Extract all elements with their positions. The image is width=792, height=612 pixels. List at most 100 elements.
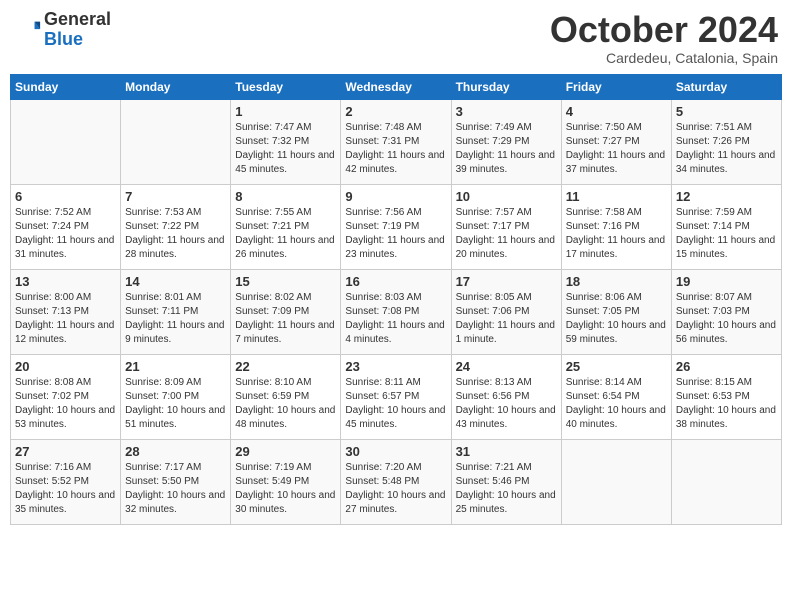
- day-info: Sunrise: 8:11 AM Sunset: 6:57 PM Dayligh…: [345, 376, 446, 432]
- calendar-cell: [121, 99, 231, 184]
- calendar-cell: 3Sunrise: 7:49 AM Sunset: 7:29 PM Daylig…: [451, 99, 561, 184]
- day-info: Sunrise: 7:48 AM Sunset: 7:31 PM Dayligh…: [345, 121, 446, 177]
- logo-general: General: [44, 10, 111, 30]
- day-info: Sunrise: 8:08 AM Sunset: 7:02 PM Dayligh…: [15, 376, 116, 432]
- day-info: Sunrise: 8:14 AM Sunset: 6:54 PM Dayligh…: [566, 376, 667, 432]
- weekday-header-friday: Friday: [561, 74, 671, 99]
- calendar-cell: 30Sunrise: 7:20 AM Sunset: 5:48 PM Dayli…: [341, 439, 451, 524]
- day-info: Sunrise: 7:52 AM Sunset: 7:24 PM Dayligh…: [15, 206, 116, 262]
- day-number: 18: [566, 274, 667, 289]
- day-info: Sunrise: 8:13 AM Sunset: 6:56 PM Dayligh…: [456, 376, 557, 432]
- calendar-cell: 28 Sunrise: 7:17 AM Sunset: 5:50 PM Dayli…: [121, 439, 231, 524]
- calendar-cell: 11 Sunrise: 7:58 AM Sunset: 7:16 PM Dayli…: [561, 184, 671, 269]
- calendar-week-4: 20 Sunrise: 8:08 AM Sunset: 7:02 PM Dayli…: [11, 354, 782, 439]
- day-number: 31: [456, 444, 557, 459]
- day-info: Sunrise: 7:55 AM Sunset: 7:21 PM Dayligh…: [235, 206, 336, 262]
- day-number: 26: [676, 359, 777, 374]
- day-info: Sunrise: 8:00 AM Sunset: 7:13 PM Dayligh…: [15, 291, 116, 347]
- day-number: 16: [345, 274, 446, 289]
- calendar-cell: 21 Sunrise: 8:09 AM Sunset: 7:00 PM Dayli…: [121, 354, 231, 439]
- calendar-cell: 22Sunrise: 8:10 AM Sunset: 6:59 PM Dayli…: [231, 354, 341, 439]
- weekday-header-tuesday: Tuesday: [231, 74, 341, 99]
- calendar-cell: 20 Sunrise: 8:08 AM Sunset: 7:02 PM Dayli…: [11, 354, 121, 439]
- calendar-week-5: 27 Sunrise: 7:16 AM Sunset: 5:52 PM Dayli…: [11, 439, 782, 524]
- day-info: Sunrise: 8:06 AM Sunset: 7:05 PM Dayligh…: [566, 291, 667, 347]
- day-number: 13: [15, 274, 116, 289]
- calendar-cell: 18 Sunrise: 8:06 AM Sunset: 7:05 PM Dayli…: [561, 269, 671, 354]
- day-number: 1: [235, 104, 336, 119]
- logo-blue: Blue: [44, 30, 111, 50]
- logo-text: General Blue: [44, 10, 111, 50]
- day-number: 27: [15, 444, 116, 459]
- day-number: 14: [125, 274, 226, 289]
- day-number: 23: [345, 359, 446, 374]
- calendar-cell: [561, 439, 671, 524]
- day-number: 20: [15, 359, 116, 374]
- calendar-cell: 15Sunrise: 8:02 AM Sunset: 7:09 PM Dayli…: [231, 269, 341, 354]
- calendar-cell: [671, 439, 781, 524]
- weekday-header-sunday: Sunday: [11, 74, 121, 99]
- calendar-cell: 13 Sunrise: 8:00 AM Sunset: 7:13 PM Dayli…: [11, 269, 121, 354]
- calendar-week-3: 13 Sunrise: 8:00 AM Sunset: 7:13 PM Dayli…: [11, 269, 782, 354]
- day-number: 4: [566, 104, 667, 119]
- day-number: 3: [456, 104, 557, 119]
- calendar-header: SundayMondayTuesdayWednesdayThursdayFrid…: [11, 74, 782, 99]
- logo: General Blue: [14, 10, 111, 50]
- day-number: 21: [125, 359, 226, 374]
- calendar-week-1: 1 Sunrise: 7:47 AM Sunset: 7:32 PM Daylig…: [11, 99, 782, 184]
- calendar-cell: 6Sunrise: 7:52 AM Sunset: 7:24 PM Daylig…: [11, 184, 121, 269]
- weekday-header-monday: Monday: [121, 74, 231, 99]
- calendar-cell: 19Sunrise: 8:07 AM Sunset: 7:03 PM Dayli…: [671, 269, 781, 354]
- day-info: Sunrise: 7:19 AM Sunset: 5:49 PM Dayligh…: [235, 461, 336, 517]
- day-info: Sunrise: 7:16 AM Sunset: 5:52 PM Dayligh…: [15, 461, 116, 517]
- day-number: 19: [676, 274, 777, 289]
- title-section: October 2024 Cardedeu, Catalonia, Spain: [550, 10, 778, 66]
- calendar-cell: 29 Sunrise: 7:19 AM Sunset: 5:49 PM Dayli…: [231, 439, 341, 524]
- day-number: 28: [125, 444, 226, 459]
- day-number: 7: [125, 189, 226, 204]
- calendar-table: SundayMondayTuesdayWednesdayThursdayFrid…: [10, 74, 782, 525]
- day-number: 30: [345, 444, 446, 459]
- day-number: 9: [345, 189, 446, 204]
- day-info: Sunrise: 7:57 AM Sunset: 7:17 PM Dayligh…: [456, 206, 557, 262]
- weekday-header-wednesday: Wednesday: [341, 74, 451, 99]
- day-info: Sunrise: 7:53 AM Sunset: 7:22 PM Dayligh…: [125, 206, 226, 262]
- day-info: Sunrise: 8:05 AM Sunset: 7:06 PM Dayligh…: [456, 291, 557, 347]
- month-title: October 2024: [550, 10, 778, 50]
- day-info: Sunrise: 7:58 AM Sunset: 7:16 PM Dayligh…: [566, 206, 667, 262]
- calendar-cell: 2 Sunrise: 7:48 AM Sunset: 7:31 PM Daylig…: [341, 99, 451, 184]
- day-info: Sunrise: 8:02 AM Sunset: 7:09 PM Dayligh…: [235, 291, 336, 347]
- calendar-body: 1 Sunrise: 7:47 AM Sunset: 7:32 PM Daylig…: [11, 99, 782, 524]
- day-number: 25: [566, 359, 667, 374]
- calendar-cell: 5Sunrise: 7:51 AM Sunset: 7:26 PM Daylig…: [671, 99, 781, 184]
- calendar-cell: 24 Sunrise: 8:13 AM Sunset: 6:56 PM Dayli…: [451, 354, 561, 439]
- day-info: Sunrise: 7:21 AM Sunset: 5:46 PM Dayligh…: [456, 461, 557, 517]
- calendar-cell: 7 Sunrise: 7:53 AM Sunset: 7:22 PM Daylig…: [121, 184, 231, 269]
- calendar-cell: 14Sunrise: 8:01 AM Sunset: 7:11 PM Dayli…: [121, 269, 231, 354]
- day-info: Sunrise: 8:09 AM Sunset: 7:00 PM Dayligh…: [125, 376, 226, 432]
- day-number: 24: [456, 359, 557, 374]
- day-info: Sunrise: 7:50 AM Sunset: 7:27 PM Dayligh…: [566, 121, 667, 177]
- weekday-header-thursday: Thursday: [451, 74, 561, 99]
- calendar-cell: 8 Sunrise: 7:55 AM Sunset: 7:21 PM Daylig…: [231, 184, 341, 269]
- day-info: Sunrise: 7:17 AM Sunset: 5:50 PM Dayligh…: [125, 461, 226, 517]
- day-number: 10: [456, 189, 557, 204]
- day-number: 8: [235, 189, 336, 204]
- day-info: Sunrise: 7:59 AM Sunset: 7:14 PM Dayligh…: [676, 206, 777, 262]
- calendar-cell: 4 Sunrise: 7:50 AM Sunset: 7:27 PM Daylig…: [561, 99, 671, 184]
- weekday-header-saturday: Saturday: [671, 74, 781, 99]
- day-number: 2: [345, 104, 446, 119]
- calendar-cell: [11, 99, 121, 184]
- day-info: Sunrise: 7:51 AM Sunset: 7:26 PM Dayligh…: [676, 121, 777, 177]
- day-number: 29: [235, 444, 336, 459]
- weekday-header-row: SundayMondayTuesdayWednesdayThursdayFrid…: [11, 74, 782, 99]
- calendar-cell: 23 Sunrise: 8:11 AM Sunset: 6:57 PM Dayli…: [341, 354, 451, 439]
- day-info: Sunrise: 7:47 AM Sunset: 7:32 PM Dayligh…: [235, 121, 336, 177]
- calendar-cell: 27 Sunrise: 7:16 AM Sunset: 5:52 PM Dayli…: [11, 439, 121, 524]
- calendar-cell: 10 Sunrise: 7:57 AM Sunset: 7:17 PM Dayli…: [451, 184, 561, 269]
- day-info: Sunrise: 8:10 AM Sunset: 6:59 PM Dayligh…: [235, 376, 336, 432]
- day-info: Sunrise: 8:03 AM Sunset: 7:08 PM Dayligh…: [345, 291, 446, 347]
- logo-icon: [14, 16, 42, 44]
- page-header: General Blue October 2024 Cardedeu, Cata…: [10, 10, 782, 66]
- day-number: 11: [566, 189, 667, 204]
